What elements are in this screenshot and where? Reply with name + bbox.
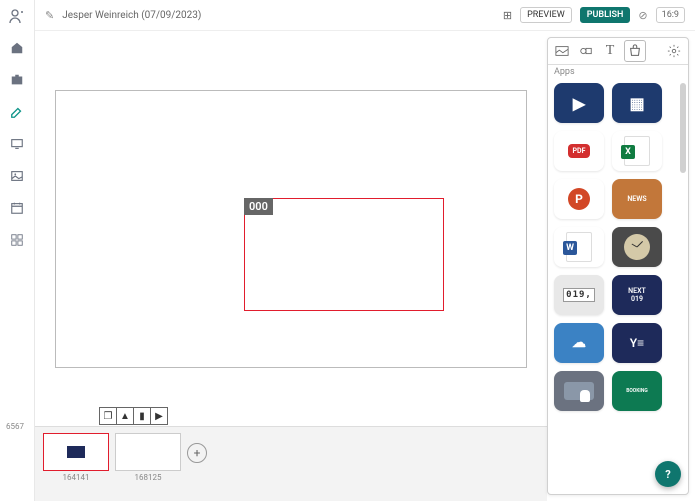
check-icon[interactable]: ⊘ <box>638 9 647 22</box>
app-tile-3[interactable]: X <box>612 131 662 171</box>
app-tile-12[interactable] <box>554 371 604 411</box>
delete-button[interactable]: ▮ <box>133 407 151 425</box>
slide-canvas[interactable]: 000 <box>55 90 527 368</box>
app-tile-4[interactable]: P <box>554 179 604 219</box>
user-icon[interactable] <box>9 8 25 24</box>
top-bar: ✎ Jesper Weinreich (07/09/2023) ⊞ PREVIE… <box>35 0 695 31</box>
page-title: Jesper Weinreich (07/09/2023) <box>62 10 201 21</box>
help-button[interactable]: ? <box>655 461 681 487</box>
tab-text-icon[interactable]: T <box>600 41 620 61</box>
calendar-icon[interactable] <box>9 200 25 216</box>
next-button[interactable]: ▶ <box>150 407 168 425</box>
app-tile-10[interactable]: ☁ <box>554 323 604 363</box>
pencil-icon[interactable]: ✎ <box>45 9 54 22</box>
app-tile-1[interactable]: ▦ <box>612 83 662 123</box>
app-tile-6[interactable]: W <box>554 227 604 267</box>
tab-settings-icon[interactable] <box>664 41 684 61</box>
counter-label: 6567 <box>6 422 24 431</box>
thumbnail-1[interactable] <box>43 433 109 471</box>
screens-icon[interactable] <box>9 136 25 152</box>
move-up-button[interactable]: ▲ <box>116 407 134 425</box>
home-icon[interactable] <box>9 40 25 56</box>
image-icon[interactable] <box>9 168 25 184</box>
app-tile-11[interactable]: Y≡ <box>612 323 662 363</box>
layers-button[interactable]: ❐ <box>99 407 117 425</box>
tab-image-icon[interactable] <box>552 41 572 61</box>
panel-scrollbar[interactable] <box>680 83 686 173</box>
panel-section-label: Apps <box>548 65 688 79</box>
publish-button[interactable]: PUBLISH <box>580 7 631 23</box>
thumbnail-1-label: 164141 <box>63 473 90 482</box>
app-tile-2[interactable]: PDF <box>554 131 604 171</box>
preview-button[interactable]: PREVIEW <box>520 7 572 23</box>
thumbnail-2-label: 168125 <box>135 473 162 482</box>
selected-region[interactable]: 000 <box>244 198 444 311</box>
aspect-ratio-selector[interactable]: 16:9 <box>656 7 685 23</box>
thumbnail-2[interactable] <box>115 433 181 471</box>
app-tile-8[interactable]: 019, <box>554 275 604 315</box>
add-slide-button[interactable]: + <box>187 443 207 463</box>
app-tile-13[interactable]: BOOKING <box>612 371 662 411</box>
archive-icon[interactable] <box>9 72 25 88</box>
app-tile-5[interactable]: NEWS <box>612 179 662 219</box>
app-tile-0[interactable]: ▶ <box>554 83 604 123</box>
grid-icon[interactable] <box>9 232 25 248</box>
app-tile-9[interactable]: NEXT 019 <box>612 275 662 315</box>
tab-apps-icon[interactable] <box>624 40 646 62</box>
edit-icon[interactable] <box>9 104 25 120</box>
tab-shapes-icon[interactable] <box>576 41 596 61</box>
thumbnail-toolbar: ❐ ▲ ▮ ▶ <box>35 406 547 426</box>
thumbnail-strip: 164141 168125 + <box>35 426 547 501</box>
layout-grid-icon[interactable]: ⊞ <box>503 9 512 22</box>
app-tile-7[interactable] <box>612 227 662 267</box>
region-badge: 000 <box>244 198 273 215</box>
right-panel: T Apps ▶▦PDFXPNEWSW 019,NEXT 019☁Y≡ BOOKIN… <box>547 37 689 495</box>
